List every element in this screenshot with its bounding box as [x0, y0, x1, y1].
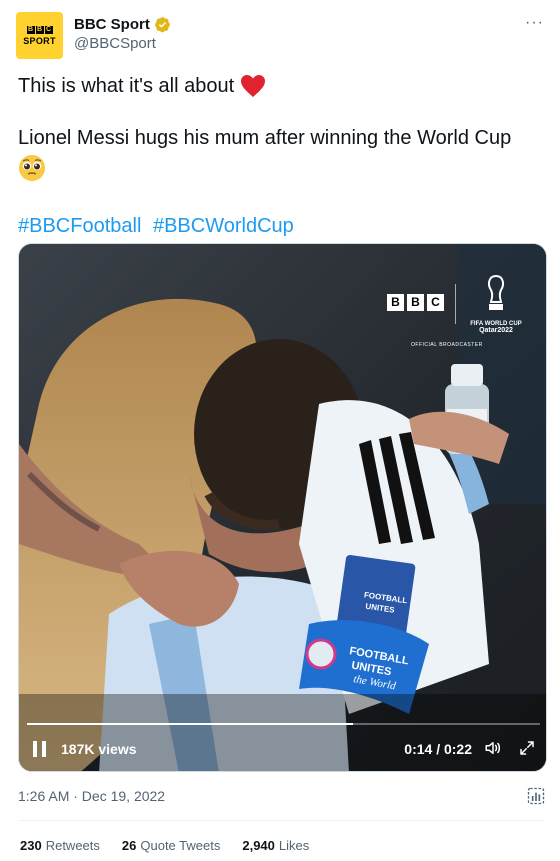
bbc-overlay-block-1: B	[387, 294, 404, 311]
avatar-word: SPORT	[23, 35, 56, 46]
world-cup-trophy-icon	[487, 274, 505, 310]
pleading-face-emoji-icon	[18, 154, 46, 190]
display-name[interactable]: BBC Sport	[74, 16, 150, 33]
tweet-header: B B C SPORT BBC Sport @BBCSport ···	[16, 12, 544, 60]
avatar-block-3: C	[44, 25, 53, 34]
volume-icon[interactable]	[484, 739, 502, 757]
engagement-stats: 230 Retweets 26 Quote Tweets 2,940 Likes	[20, 838, 309, 853]
bbc-blocks: B B C	[26, 25, 53, 34]
likes-stat[interactable]: 2,940 Likes	[242, 838, 309, 853]
bbc-overlay-block-3: C	[427, 294, 444, 311]
bbc-overlay-logo: B B C	[387, 294, 444, 311]
handle[interactable]: @BBCSport	[74, 35, 171, 52]
quote-tweets-count: 26	[121, 838, 137, 853]
view-count: 187K views	[61, 741, 137, 757]
display-name-row[interactable]: BBC Sport	[74, 16, 171, 33]
tweet-line-1-text: This is what it's all about	[18, 75, 235, 97]
video-controls: 187K views 0:14 / 0:22	[19, 734, 546, 764]
fifa-world-cup-logo: FIFA WORLD CUP Qatar2022	[465, 274, 527, 334]
quote-tweets-label: Quote Tweets	[140, 838, 221, 853]
divider	[18, 820, 544, 821]
expand-icon[interactable]	[518, 739, 536, 757]
video-time: 0:14 / 0:22	[404, 741, 472, 757]
official-broadcaster-text: OFFICIAL BROADCASTER	[411, 342, 483, 348]
author-info: BBC Sport @BBCSport	[74, 16, 171, 52]
video-progress-fill	[27, 723, 354, 725]
likes-count: 2,940	[242, 838, 275, 853]
tweet-text: This is what it's all about Lionel Messi…	[18, 72, 548, 240]
analytics-icon[interactable]	[526, 786, 546, 806]
video-progress-bar[interactable]	[27, 723, 540, 725]
avatar-block-2: B	[35, 25, 44, 34]
tweet-timestamp[interactable]: 1:26 AM · Dec 19, 2022	[18, 788, 165, 804]
avatar[interactable]: B B C SPORT	[16, 12, 63, 59]
heart-emoji-icon	[241, 75, 266, 97]
pause-icon[interactable]	[33, 741, 47, 757]
verified-badge-icon	[154, 17, 170, 33]
hashtag-bbcfootball[interactable]: #BBCFootball	[18, 215, 141, 237]
retweets-count: 230	[20, 838, 42, 853]
fifa-line-b: Qatar2022	[479, 327, 513, 334]
logo-divider	[455, 284, 456, 324]
hashtag-bbcworldcup[interactable]: #BBCWorldCup	[153, 215, 294, 237]
tweet-line-2: Lionel Messi hugs his mum after winning …	[18, 127, 512, 149]
quote-tweets-stat[interactable]: 26 Quote Tweets	[122, 838, 220, 853]
more-options-icon[interactable]: ···	[525, 14, 544, 32]
retweets-label: Retweets	[45, 838, 100, 853]
retweets-stat[interactable]: 230 Retweets	[20, 838, 100, 853]
avatar-block-1: B	[26, 25, 35, 34]
video-player[interactable]: FOOTBALL UNITES FOOTBALL UNITES the Worl…	[18, 243, 547, 772]
tweet-line-1: This is what it's all about	[18, 72, 548, 100]
likes-label: Likes	[278, 838, 310, 853]
hashtags: #BBCFootball #BBCWorldCup	[18, 212, 548, 240]
bbc-overlay-block-2: B	[407, 294, 424, 311]
